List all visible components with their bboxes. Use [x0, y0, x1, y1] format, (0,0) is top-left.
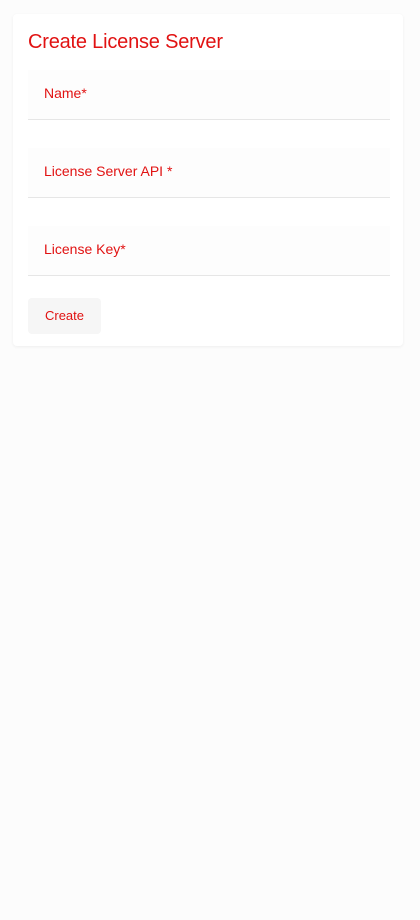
create-button[interactable]: Create: [28, 298, 101, 334]
name-input[interactable]: [28, 70, 390, 119]
name-field[interactable]: Name*: [28, 70, 390, 120]
license-key-input[interactable]: [28, 226, 390, 275]
create-license-server-card: Create License Server Name* License Serv…: [13, 14, 403, 346]
page-title: Create License Server: [28, 31, 223, 53]
license-server-api-field[interactable]: License Server API *: [28, 148, 390, 198]
license-key-field[interactable]: License Key*: [28, 226, 390, 276]
license-server-api-input[interactable]: [28, 148, 390, 197]
